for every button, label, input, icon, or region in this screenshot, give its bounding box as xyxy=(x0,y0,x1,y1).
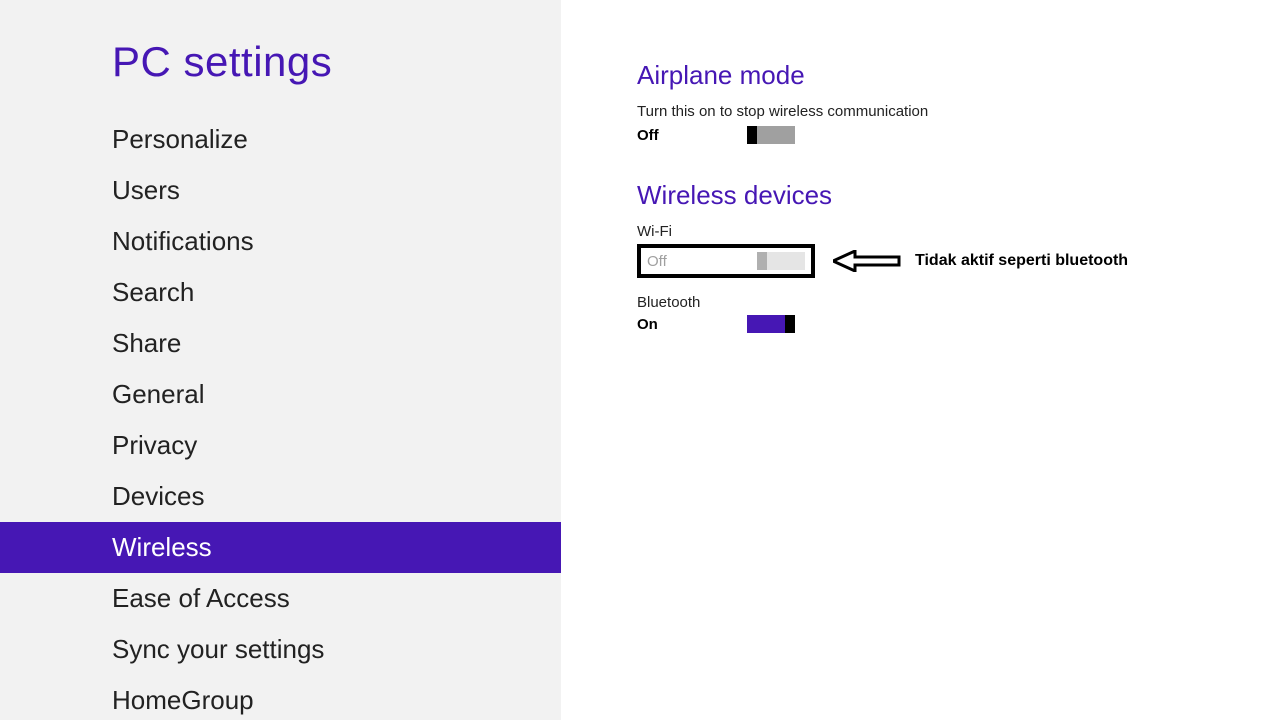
toggle-knob-icon xyxy=(785,315,795,333)
airplane-mode-section: Airplane mode Turn this on to stop wirel… xyxy=(637,60,1280,144)
sidebar-item-users[interactable]: Users xyxy=(0,165,561,216)
airplane-mode-state-label: Off xyxy=(637,127,747,144)
bluetooth-toggle[interactable] xyxy=(747,315,795,333)
wifi-block: Wi-Fi Off Tidak aktif sepert xyxy=(637,223,1280,278)
page-title: PC settings xyxy=(0,38,561,86)
wifi-label: Wi-Fi xyxy=(637,223,1280,240)
wifi-toggle[interactable] xyxy=(757,252,805,270)
wifi-highlight-box: Off xyxy=(637,244,815,278)
toggle-knob-icon xyxy=(757,252,767,270)
wireless-devices-section: Wireless devices Wi-Fi Off xyxy=(637,180,1280,333)
sidebar-item-notifications[interactable]: Notifications xyxy=(0,216,561,267)
airplane-mode-toggle[interactable] xyxy=(747,126,795,144)
sidebar-item-privacy[interactable]: Privacy xyxy=(0,420,561,471)
sidebar-item-sync-your-settings[interactable]: Sync your settings xyxy=(0,624,561,675)
sidebar-item-wireless[interactable]: Wireless xyxy=(0,522,561,573)
wireless-devices-heading: Wireless devices xyxy=(637,180,1280,211)
bluetooth-block: Bluetooth On xyxy=(637,294,1280,333)
content-pane: Airplane mode Turn this on to stop wirel… xyxy=(561,0,1280,720)
airplane-mode-heading: Airplane mode xyxy=(637,60,1280,91)
wifi-annotation-wrap: Off Tidak aktif seperti bluetooth xyxy=(637,244,1280,278)
arrow-left-icon xyxy=(833,250,901,272)
bluetooth-toggle-row: On xyxy=(637,315,1280,333)
airplane-mode-description: Turn this on to stop wireless communicat… xyxy=(637,103,1280,120)
app-root: PC settings Personalize Users Notificati… xyxy=(0,0,1280,720)
sidebar-item-general[interactable]: General xyxy=(0,369,561,420)
sidebar-item-devices[interactable]: Devices xyxy=(0,471,561,522)
sidebar-item-homegroup[interactable]: HomeGroup xyxy=(0,675,561,720)
sidebar-item-share[interactable]: Share xyxy=(0,318,561,369)
sidebar-item-personalize[interactable]: Personalize xyxy=(0,114,561,165)
wifi-state-label: Off xyxy=(647,253,667,270)
annotation-text: Tidak aktif seperti bluetooth xyxy=(915,252,1128,270)
toggle-knob-icon xyxy=(747,126,757,144)
airplane-mode-toggle-row: Off xyxy=(637,126,1280,144)
bluetooth-label: Bluetooth xyxy=(637,294,1280,311)
sidebar-item-search[interactable]: Search xyxy=(0,267,561,318)
sidebar-item-ease-of-access[interactable]: Ease of Access xyxy=(0,573,561,624)
bluetooth-state-label: On xyxy=(637,316,747,333)
sidebar: PC settings Personalize Users Notificati… xyxy=(0,0,561,720)
